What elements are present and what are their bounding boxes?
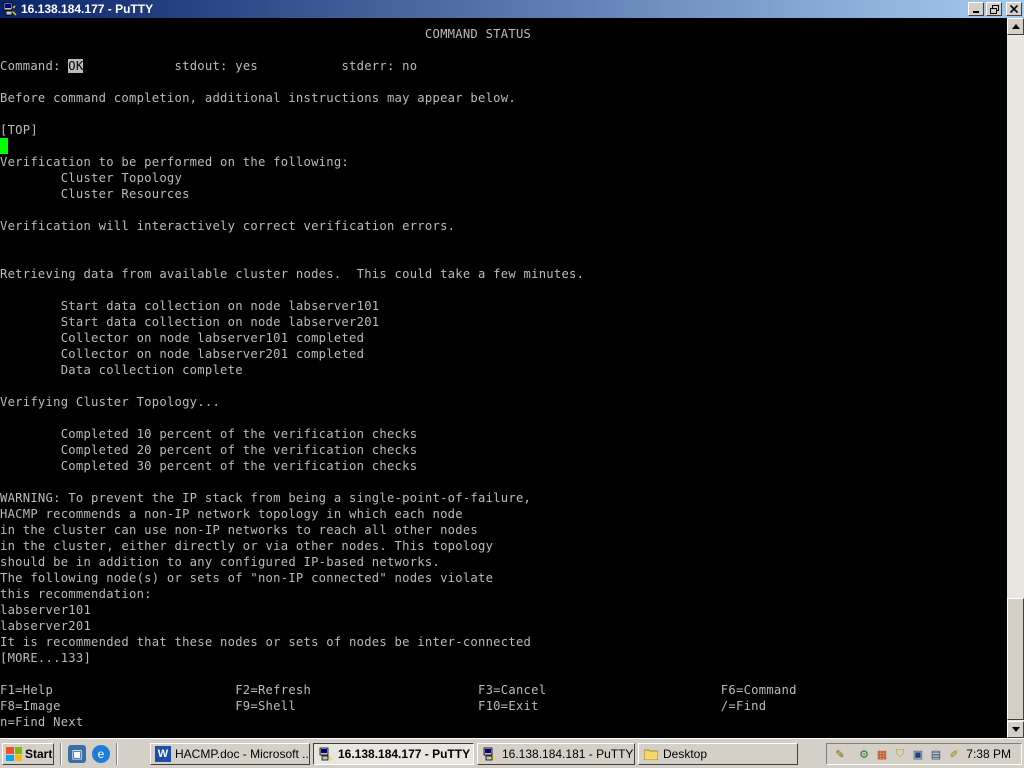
taskbar-separator xyxy=(116,743,118,765)
terminal-line: [TOP] xyxy=(0,123,38,137)
terminal-line: Completed 10 percent of the verification… xyxy=(0,427,418,441)
terminal-line: Verification to be performed on the foll… xyxy=(0,155,350,169)
task-label: Desktop xyxy=(663,747,708,761)
more-indicator: [MORE...133] xyxy=(0,651,92,665)
terminal-line: should be in addition to any configured … xyxy=(0,555,441,569)
computer-icon[interactable]: ▤ xyxy=(929,747,943,761)
taskbar-clock[interactable]: 7:38 PM xyxy=(966,747,1011,761)
command-status-value: OK xyxy=(68,59,84,73)
terminal-line: COMMAND STATUS xyxy=(0,27,532,41)
putty-icon xyxy=(318,746,334,762)
terminal-line: Retrieving data from available cluster n… xyxy=(0,267,585,281)
terminal-line: Verification will interactively correct … xyxy=(0,219,456,233)
task-button-putty-177[interactable]: 16.138.184.177 - PuTTY xyxy=(313,743,474,765)
windows-logo-icon xyxy=(6,747,22,761)
arrow-up-icon xyxy=(1011,24,1020,29)
start-button[interactable]: Start xyxy=(2,743,54,765)
function-key-row-2: F8=Image F9=Shell F10=Exit /=Find xyxy=(0,699,767,713)
terminal-line: The following node(s) or sets of "non-IP… xyxy=(0,571,494,585)
terminal-line: Cluster Topology xyxy=(0,171,183,185)
terminal-line: Start data collection on node labserver2… xyxy=(0,315,380,329)
terminal-line: Collector on node labserver101 completed xyxy=(0,331,365,345)
stdout-stderr-status: stdout: yes stderr: no xyxy=(83,59,418,73)
scroll-down-button[interactable] xyxy=(1007,721,1024,738)
vertical-scrollbar[interactable] xyxy=(1007,18,1024,738)
internet-explorer-icon[interactable]: e xyxy=(92,745,110,763)
function-key-row-1: F1=Help F2=Refresh F3=Cancel F6=Command xyxy=(0,683,797,697)
pen-icon[interactable]: ✎ xyxy=(833,747,847,761)
terminal-line: Before command completion, additional in… xyxy=(0,91,516,105)
command-label: Command: xyxy=(0,59,69,73)
terminal-line: Cluster Resources xyxy=(0,187,190,201)
terminal-line: Completed 20 percent of the verification… xyxy=(0,443,418,457)
terminal-line: It is recommended that these nodes or se… xyxy=(0,635,532,649)
terminal-line: labserver101 xyxy=(0,603,92,617)
task-button-desktop[interactable]: Desktop xyxy=(638,743,798,765)
system-tray: ✎ ⚙ ▦ ⛉ ▣ ▤ ✐ 7:38 PM xyxy=(826,743,1022,765)
terminal-line: WARNING: To prevent the IP stack from be… xyxy=(0,491,532,505)
terminal-line: in the cluster can use non-IP networks t… xyxy=(0,523,479,537)
terminal-line: HACMP recommends a non-IP network topolo… xyxy=(0,507,463,521)
terminal-screen[interactable]: COMMAND STATUS Command: OK stdout: yes s… xyxy=(0,18,1007,738)
terminal-line: Completed 30 percent of the verification… xyxy=(0,459,418,473)
task-label: 16.138.184.177 - PuTTY xyxy=(338,747,471,761)
scroll-thumb[interactable] xyxy=(1007,598,1024,720)
show-desktop-icon[interactable]: ▣ xyxy=(68,745,86,763)
taskbar-separator xyxy=(60,743,62,765)
putty-icon xyxy=(482,746,498,762)
taskbar: Start ▣ e W HACMP.doc - Microsoft ... 16… xyxy=(0,738,1024,768)
window-titlebar[interactable]: 16.138.184.177 - PuTTY xyxy=(0,0,1024,18)
close-button[interactable] xyxy=(1006,2,1022,16)
folder-icon xyxy=(643,746,659,762)
tools-icon[interactable]: ✐ xyxy=(947,747,961,761)
task-button-putty-181[interactable]: 16.138.184.181 - PuTTY xyxy=(477,743,635,765)
terminal-line: Collector on node labserver201 completed xyxy=(0,347,365,361)
function-key-row-3: n=Find Next xyxy=(0,715,84,729)
terminal-line: Data collection complete xyxy=(0,363,243,377)
task-label: 16.138.184.181 - PuTTY xyxy=(502,747,634,761)
monitor-icon[interactable]: ▣ xyxy=(911,747,925,761)
putty-icon[interactable] xyxy=(2,1,18,17)
terminal-cursor xyxy=(0,138,8,154)
terminal-line: labserver201 xyxy=(0,619,92,633)
terminal-line: Verifying Cluster Topology... xyxy=(0,395,221,409)
minimize-button[interactable] xyxy=(968,2,984,16)
terminal-line: in the cluster, either directly or via o… xyxy=(0,539,494,553)
terminal-line-command-status: Command: OK stdout: yes stderr: no xyxy=(0,58,417,74)
task-label: HACMP.doc - Microsoft ... xyxy=(175,747,310,761)
scroll-up-button[interactable] xyxy=(1007,18,1024,35)
start-label: Start xyxy=(25,747,53,761)
network-icon[interactable]: ⚙ xyxy=(857,747,871,761)
word-icon: W xyxy=(155,746,171,762)
tray-app-icon[interactable]: ▦ xyxy=(875,747,889,761)
maximize-button[interactable] xyxy=(986,2,1002,16)
window-title: 16.138.184.177 - PuTTY xyxy=(21,2,154,16)
arrow-down-icon xyxy=(1011,727,1020,732)
shield-icon[interactable]: ⛉ xyxy=(893,747,907,761)
task-button-hacmp-doc[interactable]: W HACMP.doc - Microsoft ... xyxy=(150,743,310,765)
terminal-line: this recommendation: xyxy=(0,587,152,601)
terminal-line: Start data collection on node labserver1… xyxy=(0,299,380,313)
